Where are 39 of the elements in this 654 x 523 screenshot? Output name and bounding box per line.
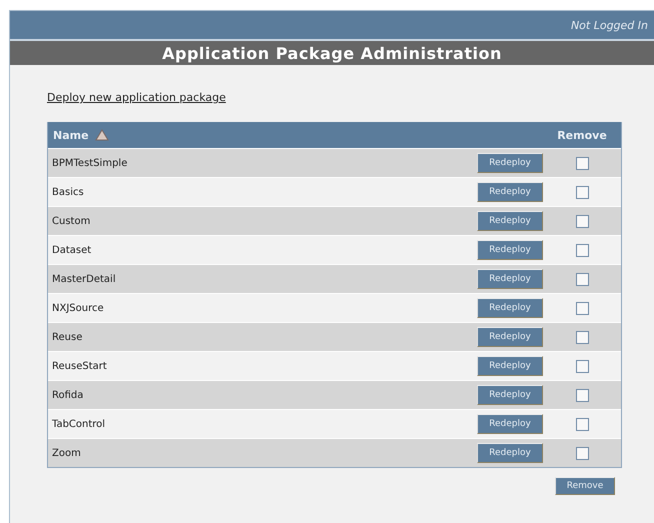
remove-checkbox[interactable] (576, 446, 588, 460)
remove-checkbox[interactable] (576, 360, 588, 372)
column-header[interactable]: Remove (557, 128, 607, 142)
package-name: Custom (51, 216, 92, 226)
redeploy-button[interactable]: Redeploy (477, 385, 543, 405)
package-name: ReuseStart (51, 360, 108, 372)
redeploy-button[interactable]: Redeploy (477, 211, 543, 231)
redeploy-button[interactable]: Redeploy (477, 182, 543, 202)
redeploy-button[interactable]: Redeploy (477, 240, 543, 260)
remove-checkbox[interactable] (576, 244, 588, 256)
package-name: TabControl (51, 418, 106, 430)
remove-checkbox[interactable] (576, 186, 588, 198)
remove-checkbox[interactable] (576, 302, 588, 314)
remove-checkbox[interactable] (576, 418, 588, 430)
package-name: Zoom (51, 448, 82, 458)
redeploy-button[interactable]: Redeploy (477, 356, 543, 376)
redeploy-button[interactable]: Redeploy (477, 153, 543, 173)
remove-checkbox[interactable] (576, 156, 588, 170)
remove-checkbox[interactable] (576, 388, 588, 402)
package-name: Reuse (51, 332, 84, 342)
package-name: Basics (51, 186, 85, 198)
package-name: BPMTestSimple (51, 158, 128, 168)
remove-checkbox[interactable] (576, 272, 588, 286)
redeploy-button[interactable]: Redeploy (477, 298, 543, 318)
redeploy-button[interactable]: Redeploy (477, 414, 543, 434)
page-title: Application Package Administration (162, 44, 502, 62)
package-name: MasterDetail (51, 274, 117, 284)
redeploy-button[interactable]: Redeploy (477, 327, 543, 347)
package-name: Dataset (51, 244, 92, 256)
remove-checkbox[interactable] (576, 214, 588, 228)
redeploy-button[interactable]: Redeploy (477, 443, 543, 463)
remove-button[interactable]: Remove (555, 477, 615, 495)
package-name: Rofida (51, 390, 84, 400)
redeploy-button[interactable]: Redeploy (477, 269, 543, 289)
column-header[interactable]: Name (53, 128, 89, 142)
deploy-link[interactable]: Deploy new application package (47, 91, 226, 104)
package-name: NXJSource (51, 302, 105, 314)
login-status: Not Logged In (570, 18, 648, 32)
remove-checkbox[interactable] (576, 330, 588, 344)
